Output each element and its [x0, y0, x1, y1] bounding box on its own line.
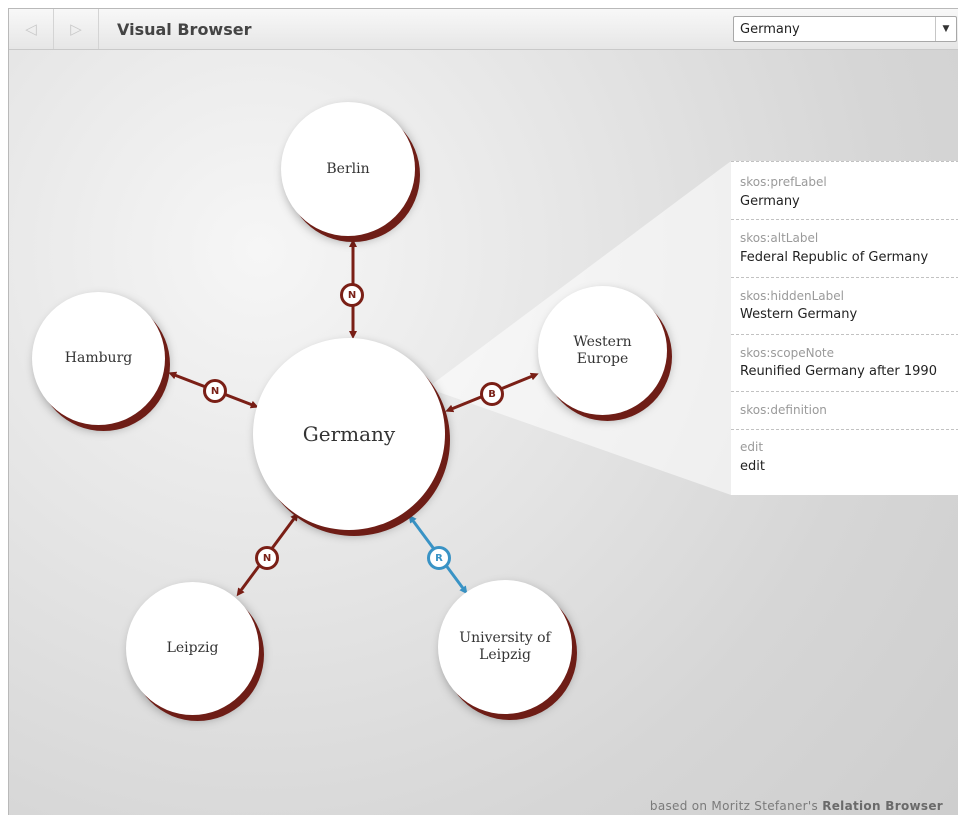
detail-row-preflabel: skos:prefLabel Germany	[731, 161, 958, 220]
node-hamburg-label: Hamburg	[64, 350, 133, 366]
toolbar: ◁ ▷ Visual Browser Germany ▼	[9, 9, 958, 50]
relation-badge-western-europe[interactable]: B	[480, 382, 504, 406]
detail-row-definition: skos:definition	[731, 391, 958, 430]
edit-link[interactable]: edit	[740, 459, 765, 474]
detail-key: skos:prefLabel	[740, 175, 827, 189]
node-university-of-leipzig-label: University of Leipzig	[459, 630, 551, 663]
node-berlin-label: Berlin	[326, 160, 370, 177]
node-germany[interactable]: Germany	[253, 338, 445, 530]
detail-row-altlabel: skos:altLabel Federal Republic of German…	[731, 219, 958, 278]
node-western-europe-label: Western Europe	[573, 333, 632, 367]
relation-badge-leipzig[interactable]: N	[255, 546, 279, 570]
relation-badge-hamburg[interactable]: N	[203, 379, 227, 403]
back-arrow-icon[interactable]: ◁	[9, 9, 54, 49]
concept-select-value: Germany	[740, 22, 800, 37]
detail-key: skos:hiddenLabel	[740, 289, 844, 303]
node-university-of-leipzig[interactable]: University of Leipzig	[438, 580, 572, 714]
detail-key: edit	[740, 440, 764, 454]
node-western-europe[interactable]: Western Europe	[538, 286, 667, 415]
detail-value: Western Germany	[740, 307, 858, 322]
graph-canvas: Germany Berlin Hamburg Western Europe Le…	[9, 50, 958, 815]
node-berlin[interactable]: Berlin	[281, 102, 415, 236]
detail-row-edit: edit edit	[731, 429, 958, 496]
detail-value: Germany	[740, 194, 800, 209]
relation-browser-link[interactable]: Relation Browser	[822, 799, 943, 813]
concept-details-panel: skos:prefLabel Germany skos:altLabel Fed…	[731, 161, 958, 495]
relation-badge-berlin[interactable]: N	[340, 283, 364, 307]
concept-select[interactable]: Germany ▼	[733, 16, 957, 42]
attribution-footer: based on Moritz Stefaner's Relation Brow…	[650, 799, 943, 813]
detail-value: Reunified Germany after 1990	[740, 364, 937, 379]
detail-value: Federal Republic of Germany	[740, 250, 929, 265]
detail-key: skos:definition	[740, 403, 827, 417]
node-leipzig[interactable]: Leipzig	[126, 582, 259, 715]
node-leipzig-label: Leipzig	[166, 640, 219, 656]
detail-row-hiddenlabel: skos:hiddenLabel Western Germany	[731, 277, 958, 335]
relation-badge-university-of-leipzig[interactable]: R	[427, 546, 451, 570]
detail-row-scopenote: skos:scopeNote Reunified Germany after 1…	[731, 334, 958, 392]
detail-key: skos:altLabel	[740, 231, 819, 245]
node-germany-label: Germany	[302, 421, 396, 446]
credit-text: based on Moritz Stefaner's	[649, 799, 819, 813]
forward-arrow-icon[interactable]: ▷	[54, 9, 99, 49]
visual-browser-window: ◁ ▷ Visual Browser Germany ▼ Germany Ber…	[8, 8, 958, 815]
page-title: Visual Browser	[117, 20, 252, 39]
detail-key: skos:scopeNote	[740, 346, 835, 360]
node-hamburg[interactable]: Hamburg	[32, 292, 165, 425]
chevron-down-icon[interactable]: ▼	[935, 17, 956, 41]
